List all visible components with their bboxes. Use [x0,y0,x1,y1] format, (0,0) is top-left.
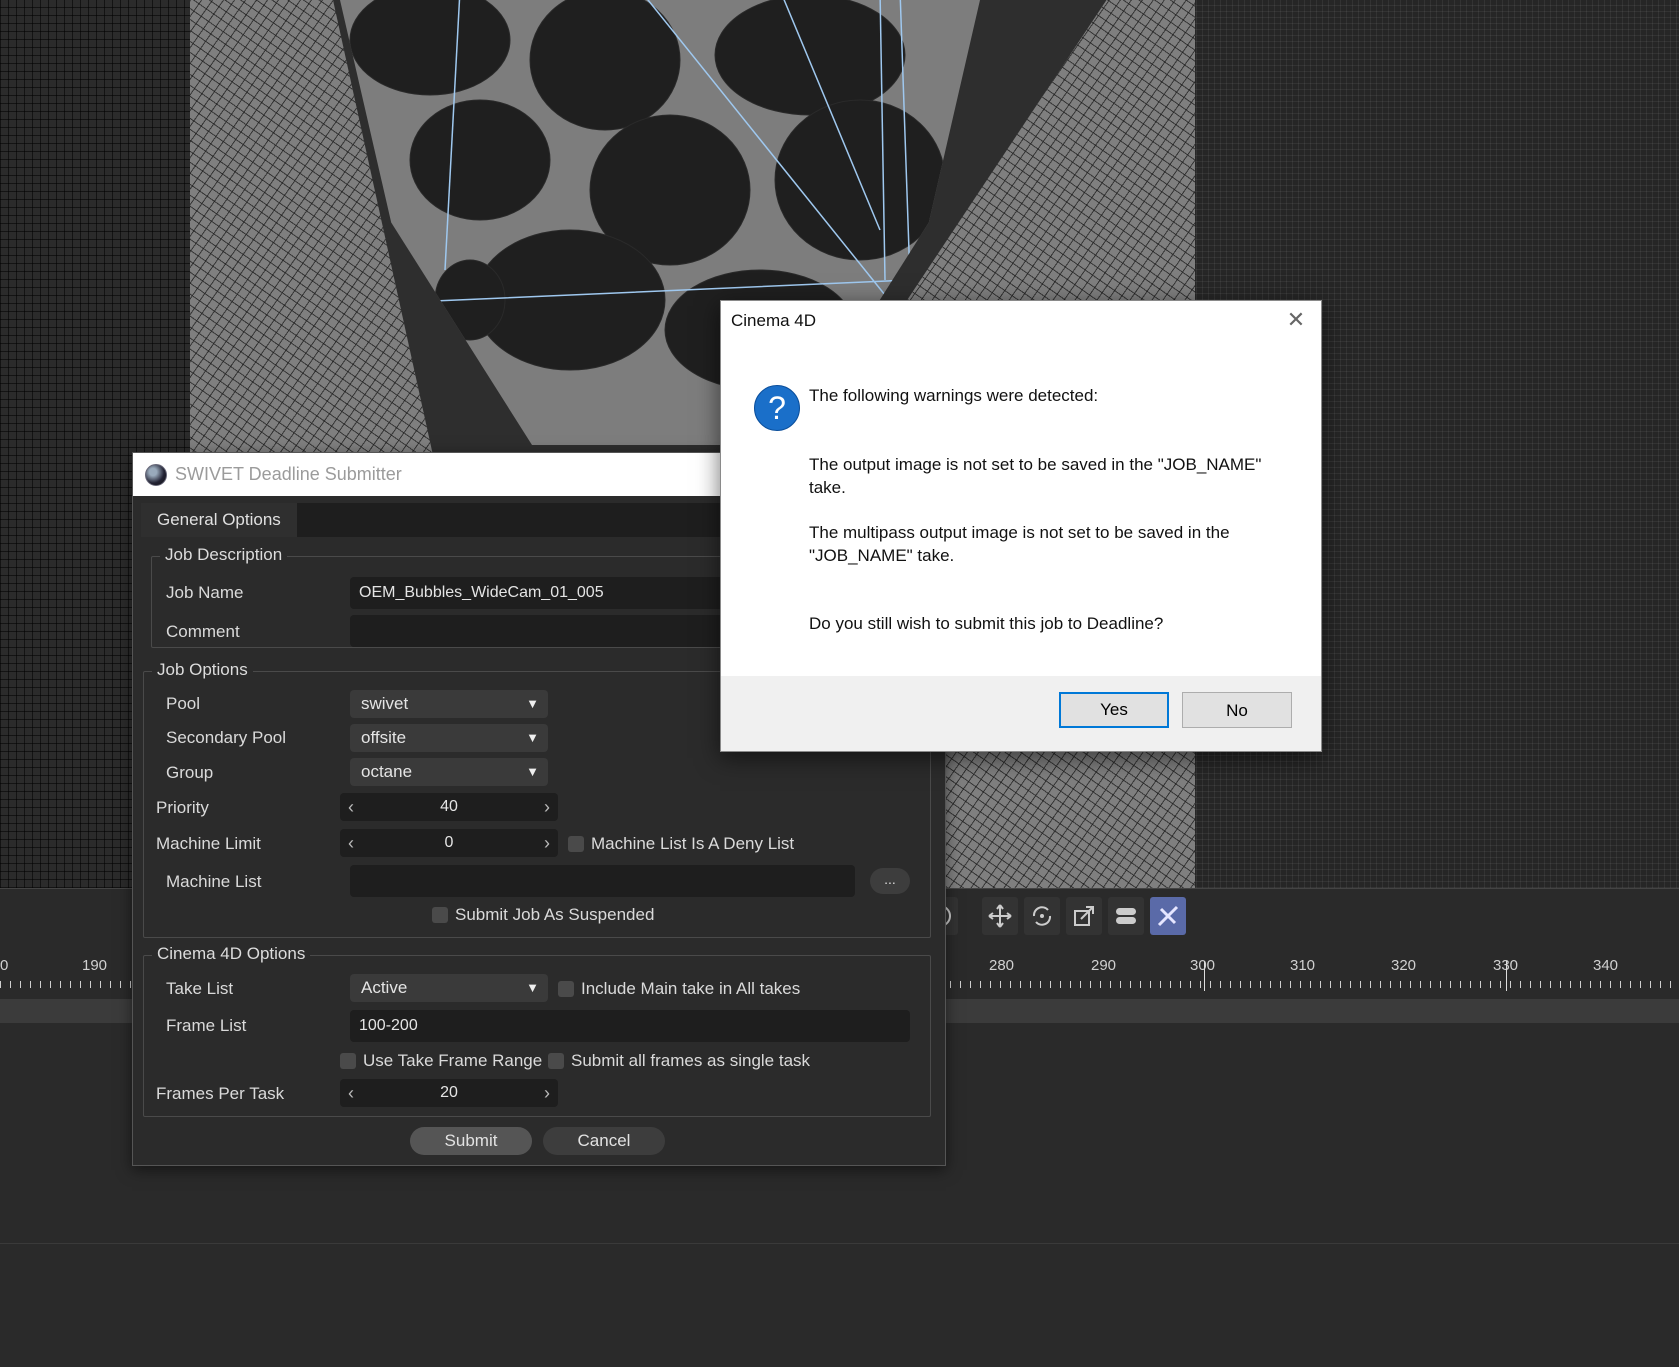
warning-dialog: Cinema 4D ✕ ? The following warnings wer… [720,300,1322,752]
timeline-toolbar [922,897,1186,937]
yes-button[interactable]: Yes [1059,692,1169,728]
confirm-question: Do you still wish to submit this job to … [809,614,1164,633]
question-icon: ? [754,385,800,431]
rotate-cycle-icon[interactable] [1024,897,1060,935]
submitter-title: SWIVET Deadline Submitter [175,464,402,484]
use-take-frame-range-checkbox[interactable]: Use Take Frame Range [340,1051,542,1071]
deny-list-label: Machine List Is A Deny List [591,834,795,853]
frame-list-label: Frame List [166,1016,247,1035]
chevron-left-icon[interactable]: ‹ [342,793,360,821]
ruler-label: 290 [1091,957,1117,974]
ruler-label: 0 [0,957,9,974]
take-list-value: Active [361,978,408,997]
frame-list-field[interactable]: 100-200 [350,1010,910,1042]
deny-list-checkbox[interactable]: Machine List Is A Deny List [568,834,794,854]
group-title: Cinema 4D Options [152,944,311,964]
warning-multipass-line2: "JOB_NAME" take. [809,546,955,565]
group-value: octane [361,762,413,781]
job-name-label: Job Name [166,583,244,602]
checkbox-box [558,981,574,997]
checkbox-box [548,1053,564,1069]
priority-label: Priority [156,798,209,817]
chevron-right-icon[interactable]: › [538,1079,556,1107]
single-task-label: Submit all frames as single task [571,1051,811,1070]
chevron-down-icon: ▼ [526,980,539,995]
ruler-label: 310 [1290,957,1316,974]
ruler-label: 300 [1190,957,1216,974]
secondary-pool-label: Secondary Pool [166,728,287,747]
browse-machines-button[interactable]: ... [870,868,910,894]
secondary-pool-value: offsite [361,728,407,747]
checkbox-box [432,907,448,923]
ruler-label: 280 [989,957,1015,974]
chevron-down-icon: ▼ [526,764,539,779]
ruler-label: 340 [1593,957,1619,974]
warning-multipass-line1: The multipass output image is not set to… [809,523,1230,542]
ruler-label: 190 [82,957,108,974]
move-icon[interactable] [982,897,1018,935]
submit-button[interactable]: Submit [410,1127,532,1155]
pool-value: swivet [361,694,409,713]
cinema4d-logo-icon [145,463,167,486]
pool-dropdown[interactable]: swivet ▼ [350,690,548,718]
frames-per-task-stepper[interactable]: ‹ 20 › [340,1079,558,1107]
chevron-left-icon[interactable]: ‹ [342,1079,360,1107]
dialog-title: Cinema 4D [731,311,817,330]
frames-per-task-value: 20 [440,1084,458,1101]
playhead-marker[interactable] [1204,961,1205,991]
single-task-checkbox[interactable]: Submit all frames as single task [548,1051,810,1071]
chevron-down-icon: ▼ [526,696,539,711]
warning-output-line1: The output image is not set to be saved … [809,455,1262,474]
comment-label: Comment [166,622,240,641]
chevron-right-icon[interactable]: › [538,793,556,821]
take-list-dropdown[interactable]: Active ▼ [350,974,548,1002]
scale-icon[interactable] [1066,897,1102,935]
chevron-left-icon[interactable]: ‹ [342,829,360,857]
cinema4d-options-group: Cinema 4D Options Take List Active ▼ Inc… [143,944,931,1117]
include-main-take-checkbox[interactable]: Include Main take in All takes [558,979,800,999]
warning-heading: The following warnings were detected: [809,386,1099,405]
machine-list-field[interactable] [350,865,855,897]
machine-list-label: Machine List [166,872,262,891]
suspended-label: Submit Job As Suspended [455,905,655,924]
tab-general-options[interactable]: General Options [141,503,297,537]
pool-label: Pool [166,694,201,713]
warning-output-line2: take. [809,478,846,497]
end-marker[interactable] [1506,961,1507,991]
include-main-label: Include Main take in All takes [581,979,801,998]
close-icon[interactable]: ✕ [1285,309,1307,331]
chevron-right-icon[interactable]: › [538,829,556,857]
checkbox-box [568,836,584,852]
machine-limit-label: Machine Limit [156,834,261,853]
ruler-label: 320 [1391,957,1417,974]
divider [0,1243,1679,1244]
no-button[interactable]: No [1182,692,1292,728]
frames-per-task-label: Frames Per Task [156,1084,285,1103]
snap-icon[interactable] [1150,897,1186,935]
group-title: Job Description [160,545,288,565]
group-title: Job Options [152,660,253,680]
group-dropdown[interactable]: octane ▼ [350,758,548,786]
priority-value: 40 [440,798,458,815]
submit-suspended-checkbox[interactable]: Submit Job As Suspended [432,905,654,925]
dialog-footer: Yes No [721,676,1321,751]
machine-limit-stepper[interactable]: ‹ 0 › [340,829,558,857]
priority-stepper[interactable]: ‹ 40 › [340,793,558,821]
secondary-pool-dropdown[interactable]: offsite ▼ [350,724,548,752]
take-list-label: Take List [166,979,234,998]
cancel-button[interactable]: Cancel [543,1127,665,1155]
machine-limit-value: 0 [444,834,454,851]
chevron-down-icon: ▼ [526,730,539,745]
checkbox-box [340,1053,356,1069]
use-take-range-label: Use Take Frame Range [363,1051,543,1070]
group-label: Group [166,763,214,782]
toggle-icon[interactable] [1108,897,1144,935]
